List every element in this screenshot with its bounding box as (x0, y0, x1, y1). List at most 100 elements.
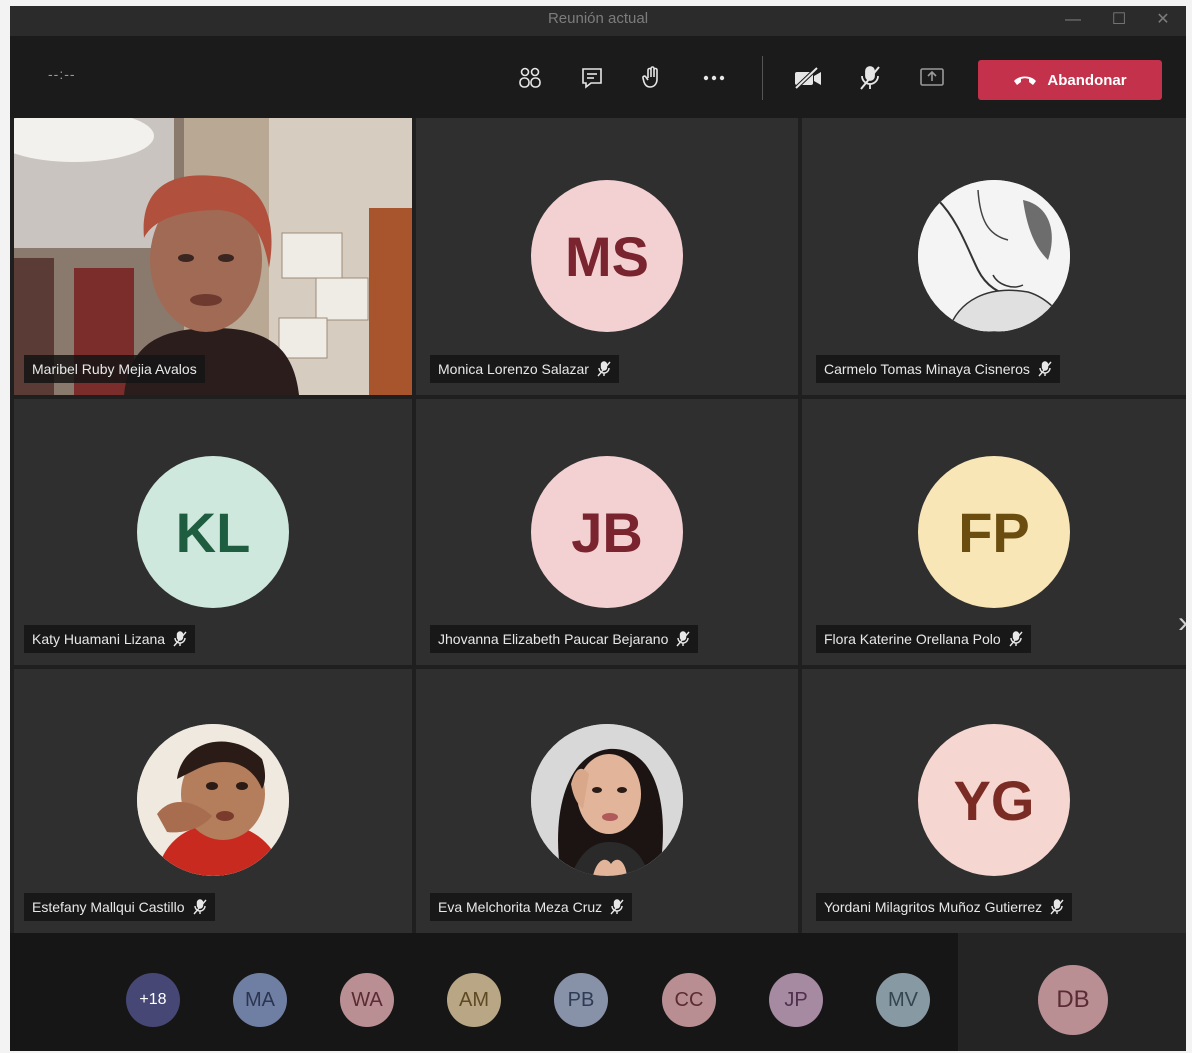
participant-name: Flora Katerine Orellana Polo (824, 631, 1001, 647)
hang-up-icon (1014, 76, 1037, 85)
leave-label: Abandonar (1047, 71, 1127, 89)
avatar-initials: PB (567, 988, 595, 1011)
participant-name-tag: Jhovanna Elizabeth Paucar Bejarano (430, 625, 699, 653)
participant-name-tag: Eva Melchorita Meza Cruz (430, 893, 633, 921)
participant-tile[interactable]: Estefany Mallqui Castillo (14, 669, 412, 933)
participant-name: Katy Huamani Lizana (32, 631, 166, 647)
participant-name-tag: Estefany Mallqui Castillo (24, 893, 215, 921)
profile-photo (137, 724, 289, 876)
overflow-participants-bar: +18 MA WA AM PB CC JP MV DB (10, 933, 1186, 1051)
participant-avatar: YG (918, 724, 1070, 876)
participant-tile[interactable]: Eva Melchorita Meza Cruz (416, 669, 798, 933)
participant-avatar (918, 180, 1070, 332)
avatar-initials: MV (888, 988, 918, 1011)
participant-name-tag: Carmelo Tomas Minaya Cisneros (816, 355, 1060, 383)
more-icon (703, 75, 725, 81)
participant-name-tag: Flora Katerine Orellana Polo (816, 625, 1031, 653)
participant-name: Eva Melchorita Meza Cruz (438, 899, 603, 915)
camera-toggle-button[interactable] (792, 62, 824, 94)
participant-name-tag: Yordani Milagritos Muñoz Gutierrez (816, 893, 1073, 921)
participant-name-tag: Maribel Ruby Mejia Avalos (24, 355, 205, 383)
meeting-toolbar: --:-- Abandonar (10, 36, 1186, 118)
participants-button[interactable] (514, 62, 546, 94)
muted-mic-icon (597, 361, 611, 377)
participant-name: Estefany Mallqui Castillo (32, 899, 185, 915)
avatar-initials: AM (459, 988, 489, 1011)
participant-mini-avatar[interactable]: MA (233, 973, 287, 1027)
muted-mic-icon (1009, 631, 1023, 647)
leave-button[interactable]: Abandonar (978, 60, 1162, 100)
muted-mic-icon (1038, 361, 1052, 377)
participant-name: Yordani Milagritos Muñoz Gutierrez (824, 899, 1043, 915)
profile-photo (531, 724, 683, 876)
participant-video (14, 118, 412, 395)
participant-mini-avatar[interactable]: CC (662, 973, 716, 1027)
maximize-button[interactable]: ☐ (1096, 6, 1142, 36)
participant-name: Carmelo Tomas Minaya Cisneros (824, 361, 1030, 377)
more-participants-count: +18 (139, 991, 167, 1008)
participant-avatar (137, 724, 289, 876)
participant-tile[interactable]: Carmelo Tomas Minaya Cisneros (802, 118, 1186, 395)
mic-toggle-button[interactable] (854, 62, 886, 94)
chat-button[interactable] (576, 62, 608, 94)
chevron-right-icon[interactable]: › (1178, 606, 1186, 640)
participant-name: Maribel Ruby Mejia Avalos (32, 361, 197, 377)
hand-icon (642, 66, 658, 88)
avatar-initials: JP (784, 988, 808, 1011)
window-title: Reunión actual (547, 10, 649, 27)
participant-mini-avatar[interactable]: MV (876, 973, 930, 1027)
title-bar: Reunión actual — ☐ ✕ (10, 6, 1186, 36)
participant-avatar (531, 724, 683, 876)
participant-mini-avatar[interactable]: WA (340, 973, 394, 1027)
avatar-initials: JB (571, 500, 643, 564)
share-screen-button[interactable] (916, 62, 948, 94)
teams-meeting-window: Reunión actual — ☐ ✕ --:-- Abandonar Mar… (10, 6, 1186, 1051)
minimize-button[interactable]: — (1050, 6, 1096, 36)
chat-icon (582, 68, 602, 89)
toolbar-divider (762, 56, 763, 100)
participant-avatar: JB (531, 456, 683, 608)
muted-mic-icon (676, 631, 690, 647)
muted-mic-icon (192, 899, 207, 915)
profile-photo (918, 180, 1070, 332)
avatar-initials: CC (674, 988, 704, 1011)
participant-name: Jhovanna Elizabeth Paucar Bejarano (438, 631, 669, 647)
self-view-avatar[interactable]: DB (1038, 965, 1108, 1035)
share-icon (920, 68, 944, 86)
participant-mini-avatar[interactable]: PB (554, 973, 608, 1027)
muted-mic-icon (1050, 899, 1064, 915)
participant-avatar: MS (531, 180, 683, 332)
participant-tile[interactable]: FP Flora Katerine Orellana Polo (802, 399, 1186, 665)
participant-tile[interactable]: MS Monica Lorenzo Salazar (416, 118, 798, 395)
participant-mini-avatar[interactable]: JP (769, 973, 823, 1027)
participant-name: Monica Lorenzo Salazar (438, 361, 589, 377)
participant-avatar: FP (918, 456, 1070, 608)
muted-mic-icon (610, 899, 624, 915)
participant-name-tag: Katy Huamani Lizana (24, 625, 196, 653)
avatar-initials: MA (245, 988, 275, 1011)
avatar-initials: WA (351, 988, 383, 1011)
more-participants-button[interactable]: +18 (126, 973, 180, 1027)
participant-tile[interactable]: Maribel Ruby Mejia Avalos (14, 118, 412, 395)
avatar-initials: KL (175, 500, 251, 564)
participant-tile[interactable]: KL Katy Huamani Lizana (14, 399, 412, 665)
participant-tile[interactable]: JB Jhovanna Elizabeth Paucar Bejarano (416, 399, 798, 665)
muted-mic-icon (173, 631, 187, 647)
participant-name-tag: Monica Lorenzo Salazar (430, 355, 619, 383)
call-timer: --:-- (48, 66, 76, 82)
avatar-initials: DB (1056, 986, 1090, 1013)
participant-grid: Maribel Ruby Mejia Avalos MS Monica Lore… (14, 118, 1186, 933)
participant-mini-avatar[interactable]: AM (447, 973, 501, 1027)
camera-off-icon (794, 66, 821, 90)
people-icon (519, 67, 541, 88)
raise-hand-button[interactable] (636, 62, 668, 94)
avatar-initials: FP (958, 500, 1030, 564)
participant-tile[interactable]: YG Yordani Milagritos Muñoz Gutierrez (802, 669, 1186, 933)
close-button[interactable]: ✕ (1140, 6, 1186, 36)
avatar-initials: YG (953, 768, 1035, 832)
mic-off-icon (860, 66, 880, 90)
self-view-panel: DB (958, 933, 1186, 1051)
more-options-button[interactable] (698, 62, 730, 94)
participant-avatar: KL (137, 456, 289, 608)
avatar-initials: MS (565, 224, 649, 288)
